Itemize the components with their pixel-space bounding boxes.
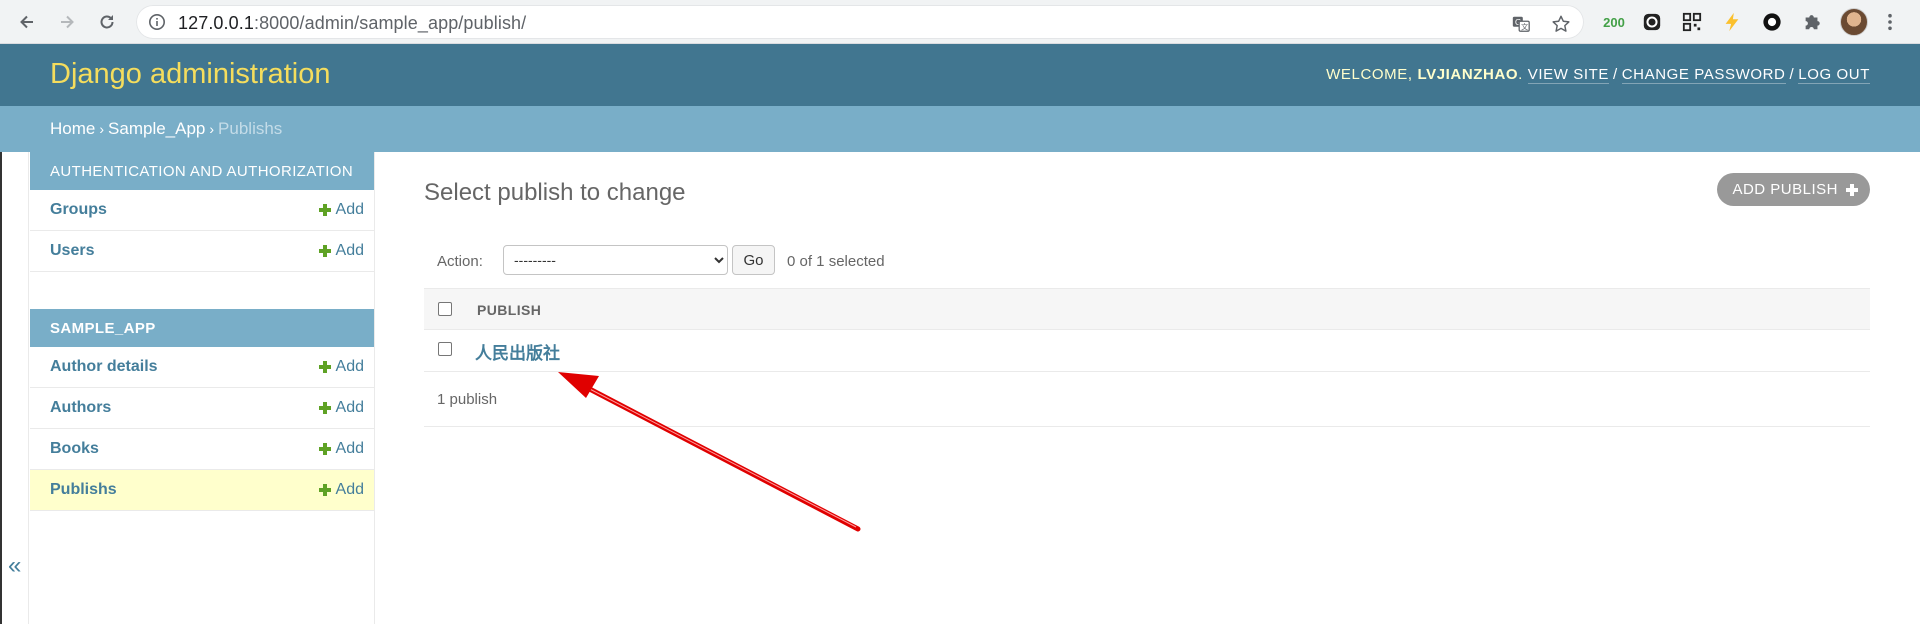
username: lvjianzhao xyxy=(1417,66,1519,83)
module-caption-sample-app[interactable]: Sample_App xyxy=(30,309,374,347)
add-users-link[interactable]: Add xyxy=(318,242,364,260)
breadcrumb-home[interactable]: Home xyxy=(50,119,95,138)
add-label: Add xyxy=(335,399,364,416)
collapse-sidebar-toggle[interactable]: « xyxy=(8,552,21,580)
browser-toolbar: 127.0.0.1:8000/admin/sample_app/publish/… xyxy=(0,0,1920,44)
svg-text:文: 文 xyxy=(1521,22,1529,31)
address-bar[interactable]: 127.0.0.1:8000/admin/sample_app/publish/… xyxy=(136,5,1584,39)
plus-icon xyxy=(318,484,331,496)
plus-icon xyxy=(318,361,331,373)
add-label: Add xyxy=(335,481,364,498)
translate-icon[interactable]: G文 xyxy=(1510,13,1532,35)
welcome-text: Welcome, xyxy=(1326,66,1413,83)
qr-code-icon[interactable] xyxy=(1680,10,1704,34)
info-icon[interactable] xyxy=(148,13,166,31)
change-password-link[interactable]: Change password xyxy=(1621,66,1786,84)
row-checkbox[interactable] xyxy=(438,342,452,356)
profile-avatar[interactable] xyxy=(1840,8,1868,36)
result-list: Publish 人民出版社 1 publish xyxy=(424,288,1870,427)
model-link-users[interactable]: Users xyxy=(50,242,94,260)
sidebar-item-users: Users Add xyxy=(30,231,374,272)
model-link-authors[interactable]: Authors xyxy=(50,399,111,417)
admin-header: Django administration Welcome, lvjianzha… xyxy=(0,44,1920,106)
model-link-books[interactable]: Books xyxy=(50,440,99,458)
extension-loop-icon[interactable] xyxy=(1640,10,1664,34)
breadcrumb-separator: › xyxy=(99,121,105,137)
add-label: Add xyxy=(335,358,364,375)
model-link-publishs[interactable]: Publishs xyxy=(50,481,117,499)
nav-sidebar: Authentication and Authorization Groups … xyxy=(30,152,375,624)
model-link-author-details[interactable]: Author details xyxy=(50,358,158,376)
paginator: 1 publish xyxy=(424,372,1870,427)
lightning-icon[interactable] xyxy=(1720,10,1744,34)
separator: / xyxy=(1789,66,1795,83)
action-select[interactable]: --------- xyxy=(503,245,728,275)
extension-icon[interactable] xyxy=(1800,10,1824,34)
url-path: :8000/admin/sample_app/publish/ xyxy=(253,13,527,33)
add-publish-label: Add publish xyxy=(1732,181,1838,198)
table-row: 人民出版社 xyxy=(424,330,1870,372)
module-gap xyxy=(30,272,374,309)
star-icon[interactable] xyxy=(1550,13,1572,35)
back-icon[interactable] xyxy=(13,8,41,36)
add-label: Add xyxy=(335,440,364,457)
page-title: Select publish to change xyxy=(424,179,686,206)
circle-extension-icon[interactable] xyxy=(1760,10,1784,34)
sidebar-collapse-bar[interactable]: « xyxy=(0,152,29,624)
plus-icon xyxy=(318,245,331,257)
model-link-groups[interactable]: Groups xyxy=(50,201,107,219)
user-tools: Welcome, lvjianzhao. View site / Change pa… xyxy=(1326,66,1870,84)
add-label: Add xyxy=(335,242,364,259)
sidebar-item-groups: Groups Add xyxy=(30,190,374,231)
sidebar-item-books: Books Add xyxy=(30,429,374,470)
action-label: Action: xyxy=(437,253,483,270)
result-count: 1 publish xyxy=(437,391,498,408)
collapse-bar-edge xyxy=(0,152,2,624)
table-header: Publish xyxy=(424,288,1870,330)
breadcrumb-app[interactable]: Sample_App xyxy=(108,119,205,138)
add-author-details-link[interactable]: Add xyxy=(318,358,364,376)
sidebar-item-author-details: Author details Add xyxy=(30,347,374,388)
main-content: Select publish to change Add publish Act… xyxy=(424,152,1870,624)
view-site-link[interactable]: View site xyxy=(1527,66,1609,84)
actions-bar: Action: --------- Go 0 of 1 selected xyxy=(424,240,1870,282)
add-authors-link[interactable]: Add xyxy=(318,399,364,417)
sidebar-item-authors: Authors Add xyxy=(30,388,374,429)
log-out-link[interactable]: Log out xyxy=(1798,66,1870,84)
select-all-checkbox[interactable] xyxy=(438,302,452,316)
breadcrumb: Home › Sample_App › Publishs xyxy=(0,106,1920,152)
plus-icon xyxy=(318,443,331,455)
breadcrumb-separator: › xyxy=(209,121,215,137)
reload-icon[interactable] xyxy=(93,8,121,36)
sidebar-item-publishs: Publishs Add xyxy=(30,470,374,511)
add-label: Add xyxy=(335,201,364,218)
forward-icon[interactable] xyxy=(53,8,81,36)
module-caption-auth[interactable]: Authentication and Authorization xyxy=(30,152,374,190)
extension-badge-200[interactable]: 200 xyxy=(1600,10,1628,34)
add-groups-link[interactable]: Add xyxy=(318,201,364,219)
publish-link[interactable]: 人民出版社 xyxy=(475,339,560,364)
browser-menu-icon[interactable] xyxy=(1880,10,1900,34)
url-host: 127.0.0.1 xyxy=(178,13,254,33)
separator: / xyxy=(1612,66,1618,83)
add-publish-button[interactable]: Add publish xyxy=(1717,173,1870,206)
selection-counter: 0 of 1 selected xyxy=(787,253,885,270)
plus-icon xyxy=(318,402,331,414)
plus-icon xyxy=(318,204,331,216)
add-books-link[interactable]: Add xyxy=(318,440,364,458)
site-branding[interactable]: Django administration xyxy=(50,58,330,91)
url-text: 127.0.0.1:8000/admin/sample_app/publish/ xyxy=(178,13,526,34)
go-button[interactable]: Go xyxy=(732,245,775,275)
plus-icon xyxy=(1846,183,1858,196)
breadcrumb-current: Publishs xyxy=(218,119,283,138)
add-publishs-link[interactable]: Add xyxy=(318,481,364,499)
column-header-publish[interactable]: Publish xyxy=(477,302,541,318)
